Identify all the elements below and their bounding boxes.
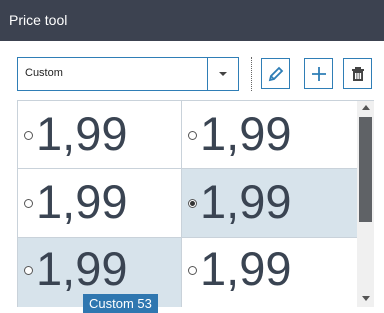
radio-button[interactable] [24,266,33,275]
radio-button[interactable] [188,266,197,275]
price-value: 1,99 [36,107,128,160]
preset-dropdown[interactable]: Custom [17,57,239,91]
radio-button[interactable] [24,131,33,140]
price-cell[interactable]: 1,99 [182,101,357,169]
price-cell[interactable]: 1,99 [18,101,182,169]
delete-button[interactable] [343,58,372,89]
price-grid: 1,99 1,99 1,99 1,99 1,99 1,99 [17,100,357,307]
scroll-thumb[interactable] [359,117,372,222]
price-value: 1,99 [36,175,128,228]
add-button[interactable] [304,58,333,89]
plus-icon [312,67,326,81]
title-bar: Price tool [0,0,384,41]
price-cell[interactable]: 1,99 [18,169,182,238]
edit-button[interactable] [261,58,290,89]
price-value: 1,99 [200,175,292,228]
price-value: 1,99 [200,242,292,295]
trash-icon [352,67,364,81]
price-cell-selected[interactable]: 1,99 [182,169,357,238]
price-value: 1,99 [36,242,128,295]
window-title: Price tool [9,12,68,28]
price-value: 1,99 [200,107,292,160]
price-cell[interactable]: 1,99 [182,238,357,307]
price-tool-window: Price tool Custom 1,99 1,99 1,99 1,99 1,… [0,0,384,313]
tooltip: Custom 53 [83,294,158,313]
scroll-up-arrow-icon[interactable] [362,105,370,110]
chevron-down-icon[interactable] [207,58,238,90]
radio-button[interactable] [24,199,33,208]
vertical-scrollbar[interactable] [357,100,374,307]
radio-button[interactable] [188,131,197,140]
toolbar: Custom [0,57,384,93]
toolbar-separator [251,57,252,91]
scroll-down-arrow-icon[interactable] [362,296,370,301]
dropdown-value: Custom [25,67,63,79]
pencil-icon [268,66,284,82]
radio-button-checked[interactable] [188,199,197,208]
